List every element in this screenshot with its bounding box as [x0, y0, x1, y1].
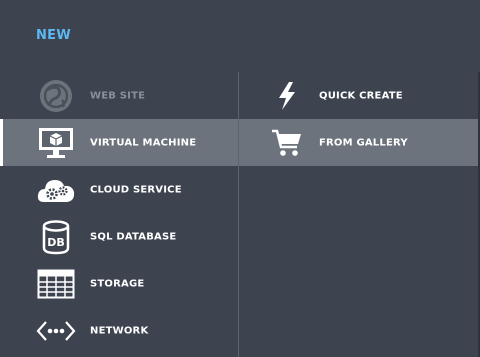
menu-item-label: NETWORK — [90, 325, 149, 336]
menu-item-from-gallery[interactable]: FROM GALLERY — [239, 119, 478, 166]
cloud-gears-icon — [36, 172, 76, 208]
monitor-icon — [36, 125, 76, 161]
service-list: WEB SITE VIRTUAL MACHINE CLOUD SERVICE D… — [0, 72, 238, 354]
create-options-list: QUICK CREATE FROM GALLERY — [239, 72, 478, 166]
menu-item-cloud-service[interactable]: CLOUD SERVICE — [0, 166, 238, 213]
menu-item-label: CLOUD SERVICE — [90, 184, 182, 195]
menu-item-storage[interactable]: STORAGE — [0, 260, 238, 307]
menu-item-sql-database[interactable]: DB SQL DATABASE — [0, 213, 238, 260]
selection-marker — [0, 119, 3, 166]
menu-item-label: VIRTUAL MACHINE — [90, 137, 197, 148]
menu-item-label: FROM GALLERY — [319, 137, 408, 148]
menu-item-web-site[interactable]: WEB SITE — [0, 72, 238, 119]
menu-item-quick-create[interactable]: QUICK CREATE — [239, 72, 478, 119]
menu-item-label: WEB SITE — [90, 90, 146, 101]
panel-title: NEW — [36, 28, 71, 43]
menu-item-label: QUICK CREATE — [319, 90, 403, 101]
network-icon — [36, 313, 76, 349]
database-icon: DB — [36, 219, 76, 255]
database-icon-text: DB — [47, 236, 65, 249]
shopping-cart-icon — [269, 127, 305, 159]
table-grid-icon — [36, 266, 76, 302]
menu-item-label: SQL DATABASE — [90, 231, 177, 242]
menu-item-virtual-machine[interactable]: VIRTUAL MACHINE — [0, 119, 238, 166]
menu-item-network[interactable]: NETWORK — [0, 307, 238, 354]
lightning-icon — [269, 80, 305, 112]
globe-icon — [36, 78, 76, 114]
menu-item-label: STORAGE — [90, 278, 145, 289]
